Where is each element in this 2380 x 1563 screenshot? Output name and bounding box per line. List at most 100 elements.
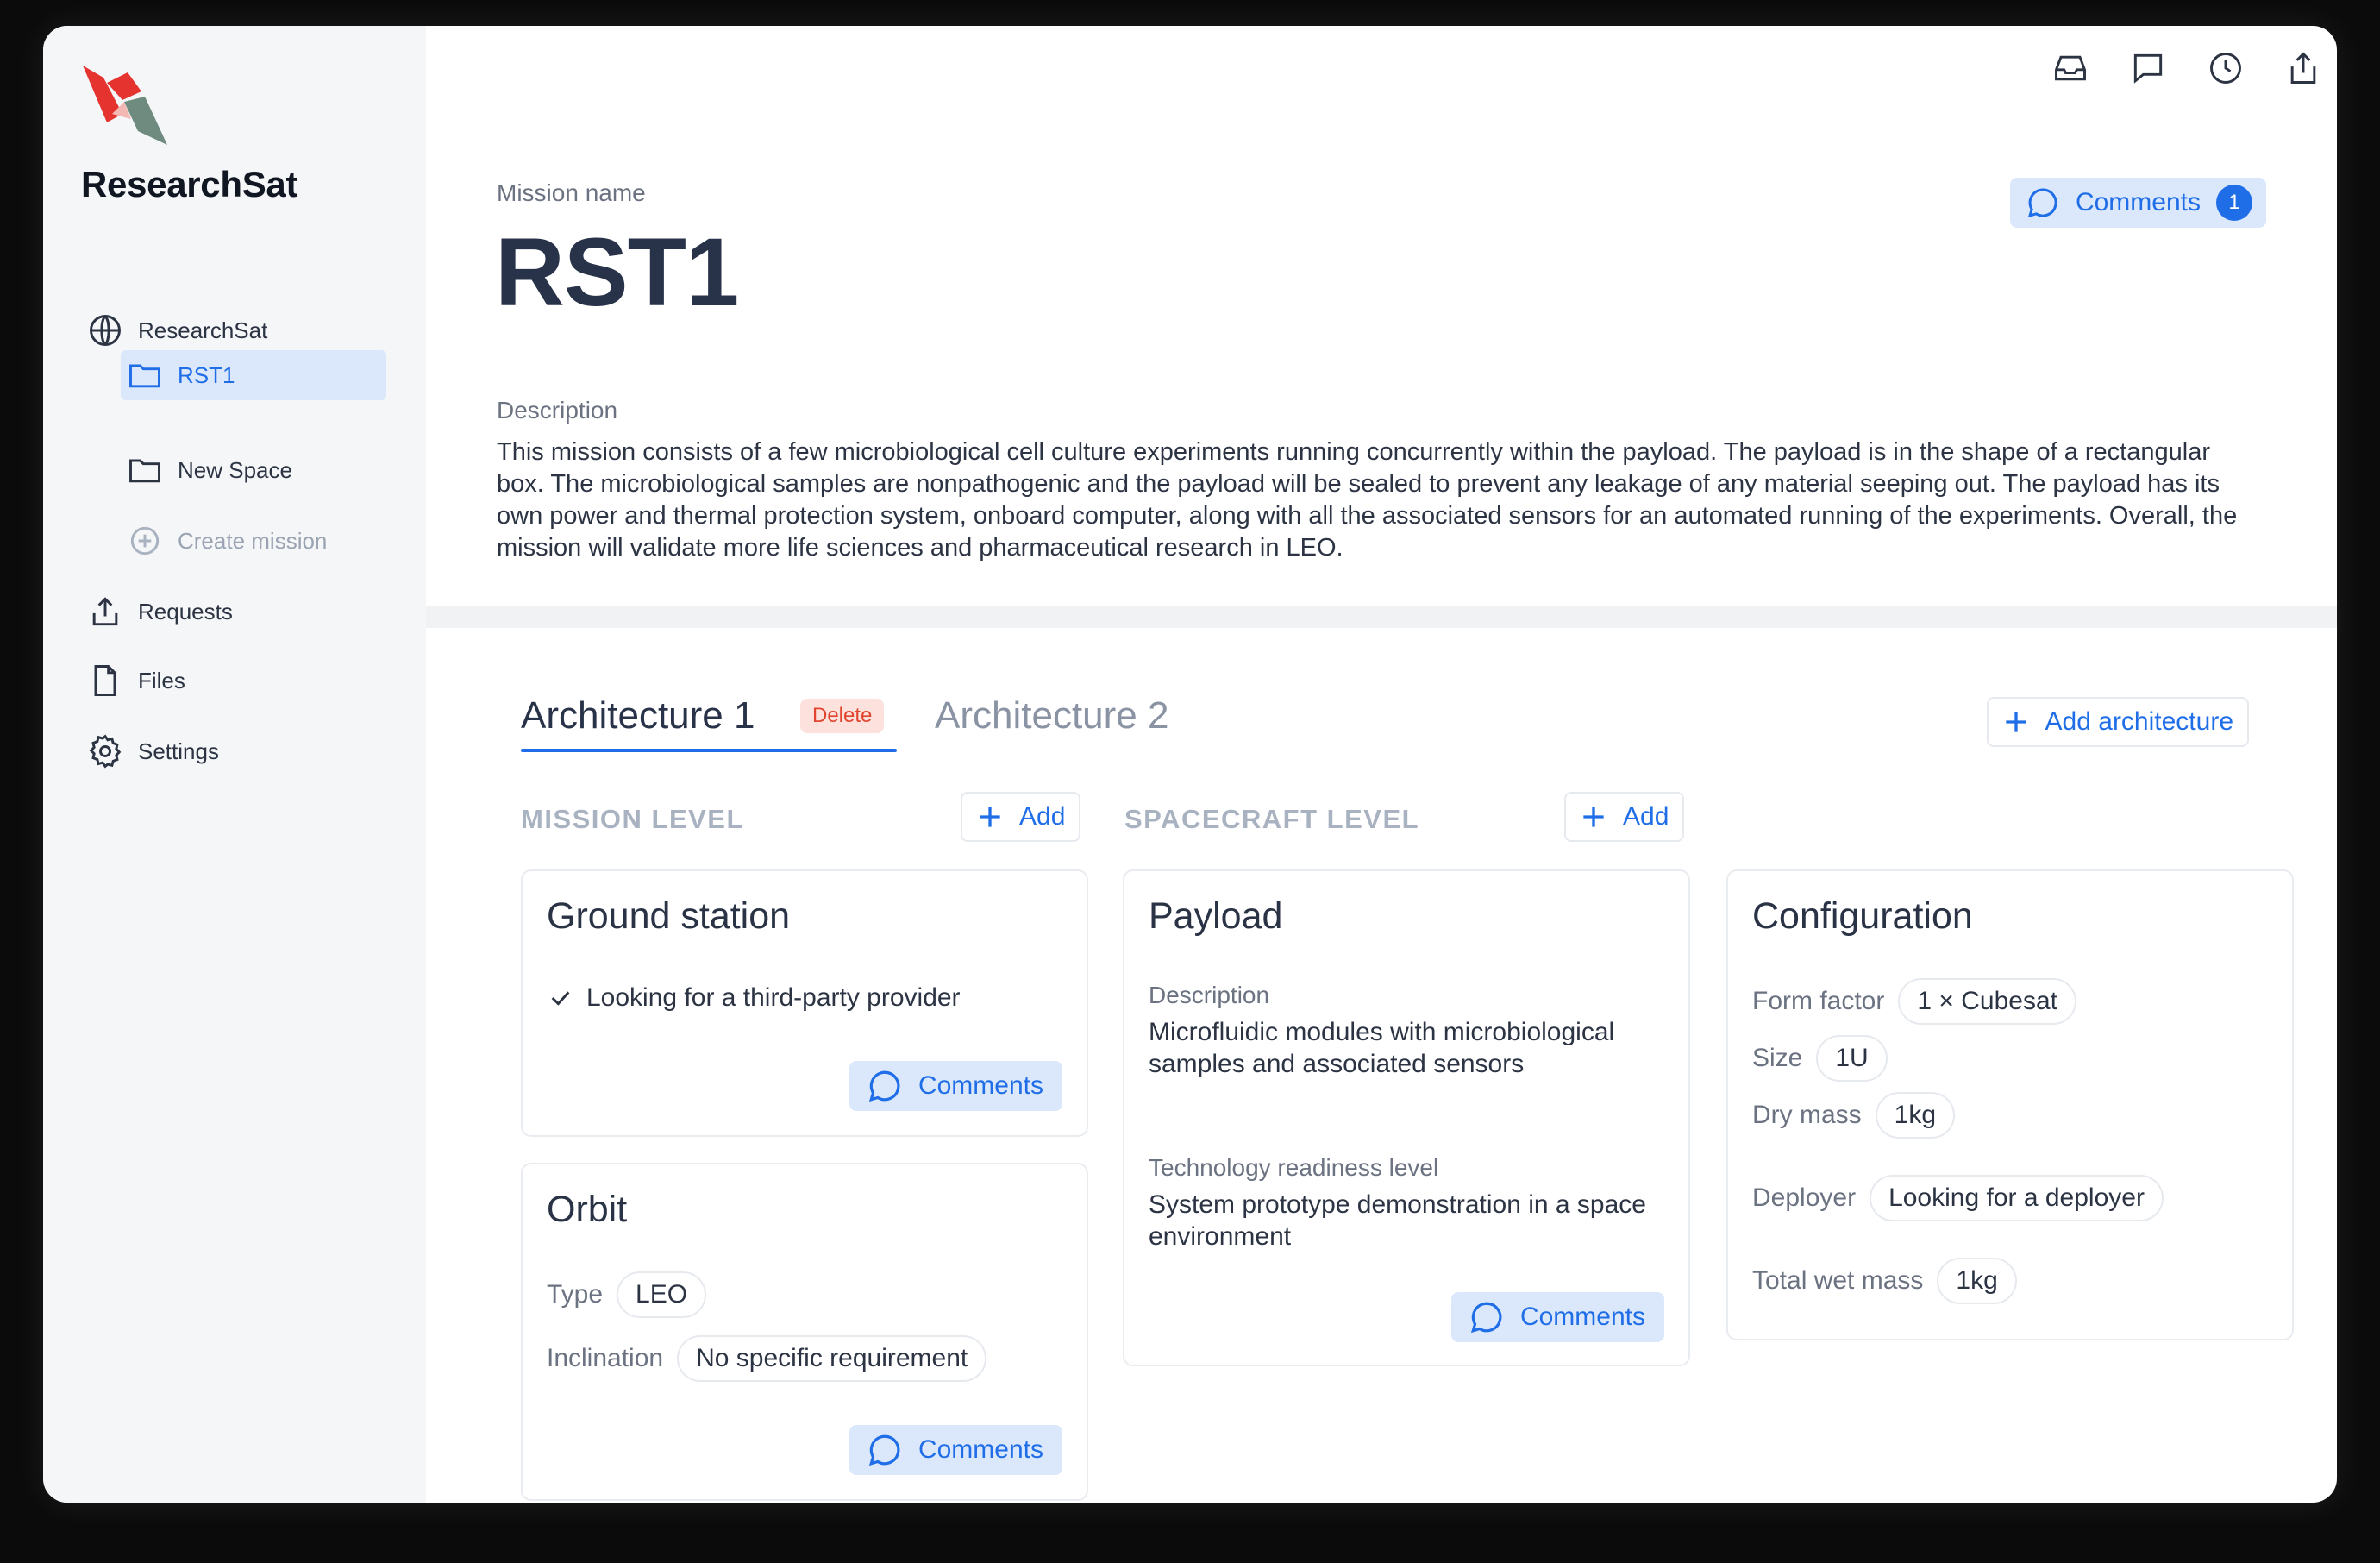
add-architecture-label: Add architecture <box>2045 707 2233 736</box>
tab-architecture-2[interactable]: Architecture 2 <box>935 692 1168 740</box>
payload-description-label: Description <box>1149 982 1270 1008</box>
orbit-type-value: LEO <box>617 1271 707 1318</box>
trl-label: Technology readiness level <box>1149 1154 1439 1181</box>
sidebar-item-new-space[interactable]: New Space <box>126 445 385 495</box>
spacecraft-level-heading: SPACECRAFT LEVEL <box>1124 804 1420 834</box>
mission-name-label: Mission name <box>497 179 646 206</box>
size-row: Size 1U <box>1752 1035 1888 1082</box>
delete-architecture-button[interactable]: Delete <box>800 699 885 733</box>
chat-button[interactable] <box>2128 48 2168 88</box>
card-title: Ground station <box>547 895 791 937</box>
sidebar-item-label: ResearchSat <box>138 317 268 343</box>
sidebar-item-settings[interactable]: Settings <box>86 726 379 776</box>
form-factor-row: Form factor 1 × Cubesat <box>1752 978 2076 1025</box>
mission-description: This mission consists of a few microbiol… <box>497 438 2238 562</box>
gear-icon <box>89 734 122 769</box>
app-window: ResearchSat ResearchSat RST1 New Space C… <box>43 26 2337 1503</box>
card-title: Orbit <box>547 1189 628 1230</box>
sidebar-item-rst1[interactable]: RST1 <box>121 350 386 400</box>
dry-mass-row: Dry mass 1kg <box>1752 1092 1956 1139</box>
folder-icon <box>129 364 160 388</box>
section-divider <box>426 606 2337 628</box>
orbit-inclination-label: Inclination <box>547 1344 664 1372</box>
mission-title: RST1 <box>495 218 739 326</box>
sidebar-item-label: Requests <box>138 598 233 625</box>
add-architecture-button[interactable]: Add architecture <box>1986 697 2249 747</box>
researchsat-logo <box>83 66 167 145</box>
add-label: Add <box>1019 802 1066 831</box>
sidebar-item-label: Files <box>138 667 185 694</box>
comment-icon <box>1470 1302 1502 1334</box>
brand-name: ResearchSat <box>81 164 298 204</box>
wet-mass-value: 1kg <box>1937 1258 2017 1304</box>
comments-label: Comments <box>918 1071 1043 1100</box>
dry-mass-value: 1kg <box>1875 1092 1956 1139</box>
configuration-card[interactable]: Configuration Form factor 1 × Cubesat Si… <box>1726 869 2294 1340</box>
plus-icon <box>1583 807 1604 827</box>
upload-icon <box>92 597 118 626</box>
add-spacecraft-level-button[interactable]: Add <box>1564 792 1685 842</box>
orbit-card[interactable]: Orbit Type LEO Inclination No specific r… <box>521 1163 1088 1501</box>
sidebar-item-requests[interactable]: Requests <box>86 587 379 637</box>
comments-label: Comments <box>1519 1302 1645 1331</box>
sidebar-item-label: Create mission <box>178 527 328 554</box>
plus-circle-icon <box>130 526 160 556</box>
deployer-row: Deployer Looking for a deployer <box>1752 1175 2164 1221</box>
history-button[interactable] <box>2206 48 2245 88</box>
card-title: Payload <box>1149 895 1283 937</box>
sidebar-item-label: Settings <box>138 738 219 764</box>
ground-station-card[interactable]: Ground station Looking for a third-party… <box>521 869 1088 1137</box>
sidebar-item-label: RST1 <box>178 361 235 388</box>
card-title: Configuration <box>1752 895 1973 937</box>
main-content: Mission name RST1 Comments 1 Description… <box>426 26 2337 1503</box>
create-mission-button[interactable]: Create mission <box>126 516 385 566</box>
active-tab-indicator <box>521 749 897 752</box>
tab-architecture-1[interactable]: Architecture 1 <box>521 692 755 740</box>
inbox-button[interactable] <box>2051 48 2090 88</box>
comments-label: Comments <box>2075 188 2201 217</box>
requirement-text: Looking for a third-party provider <box>586 983 961 1012</box>
dry-mass-label: Dry mass <box>1752 1101 1862 1129</box>
orbit-inclination-value: No specific requirement <box>677 1335 987 1382</box>
trl-value: System prototype demonstration in a spac… <box>1149 1190 1646 1251</box>
sidebar-item-files[interactable]: Files <box>86 656 379 706</box>
share-icon <box>2290 52 2316 84</box>
payload-card[interactable]: Payload Description Microfluidic modules… <box>1123 869 1690 1366</box>
wet-mass-label: Total wet mass <box>1752 1266 1924 1295</box>
payload-comments-button[interactable]: Comments <box>1450 1292 1664 1342</box>
orbit-comments-button[interactable]: Comments <box>849 1425 1062 1475</box>
orbit-type-row: Type LEO <box>547 1271 707 1318</box>
comments-count-badge: 1 <box>2216 185 2252 221</box>
mission-level-heading: MISSION LEVEL <box>521 804 744 834</box>
deployer-value: Looking for a deployer <box>1870 1175 2164 1221</box>
add-mission-level-button[interactable]: Add <box>961 792 1081 842</box>
sidebar-item-label: New Space <box>178 456 292 483</box>
share-button[interactable] <box>2283 48 2323 88</box>
form-factor-label: Form factor <box>1752 987 1885 1015</box>
plus-icon <box>980 807 1000 827</box>
file-icon <box>94 665 116 696</box>
description-label: Description <box>497 397 618 424</box>
form-factor-value: 1 × Cubesat <box>1898 978 2076 1025</box>
comment-icon <box>868 1434 900 1466</box>
top-toolbar <box>2051 48 2323 88</box>
size-value: 1U <box>1816 1035 1888 1082</box>
sidebar: ResearchSat ResearchSat RST1 New Space C… <box>43 26 426 1503</box>
mission-comments-button[interactable]: Comments 1 <box>2009 178 2266 228</box>
payload-description: Microfluidic modules with microbiologica… <box>1149 1018 1615 1078</box>
chat-icon <box>2133 53 2163 84</box>
add-label: Add <box>1623 802 1669 831</box>
ground-station-requirement: Looking for a third-party provider <box>547 983 961 1013</box>
ground-station-comments-button[interactable]: Comments <box>849 1061 1062 1111</box>
plus-icon <box>2005 712 2026 732</box>
comment-icon <box>2027 188 2057 218</box>
deployer-label: Deployer <box>1752 1183 1857 1212</box>
sidebar-item-researchsat[interactable]: ResearchSat <box>86 305 379 355</box>
wet-mass-row: Total wet mass 1kg <box>1752 1258 2017 1304</box>
clock-icon <box>2210 53 2241 84</box>
comment-icon <box>868 1070 900 1102</box>
folder-icon <box>129 459 160 483</box>
inbox-icon <box>2055 55 2086 81</box>
size-label: Size <box>1752 1044 1803 1072</box>
globe-icon <box>90 315 121 346</box>
